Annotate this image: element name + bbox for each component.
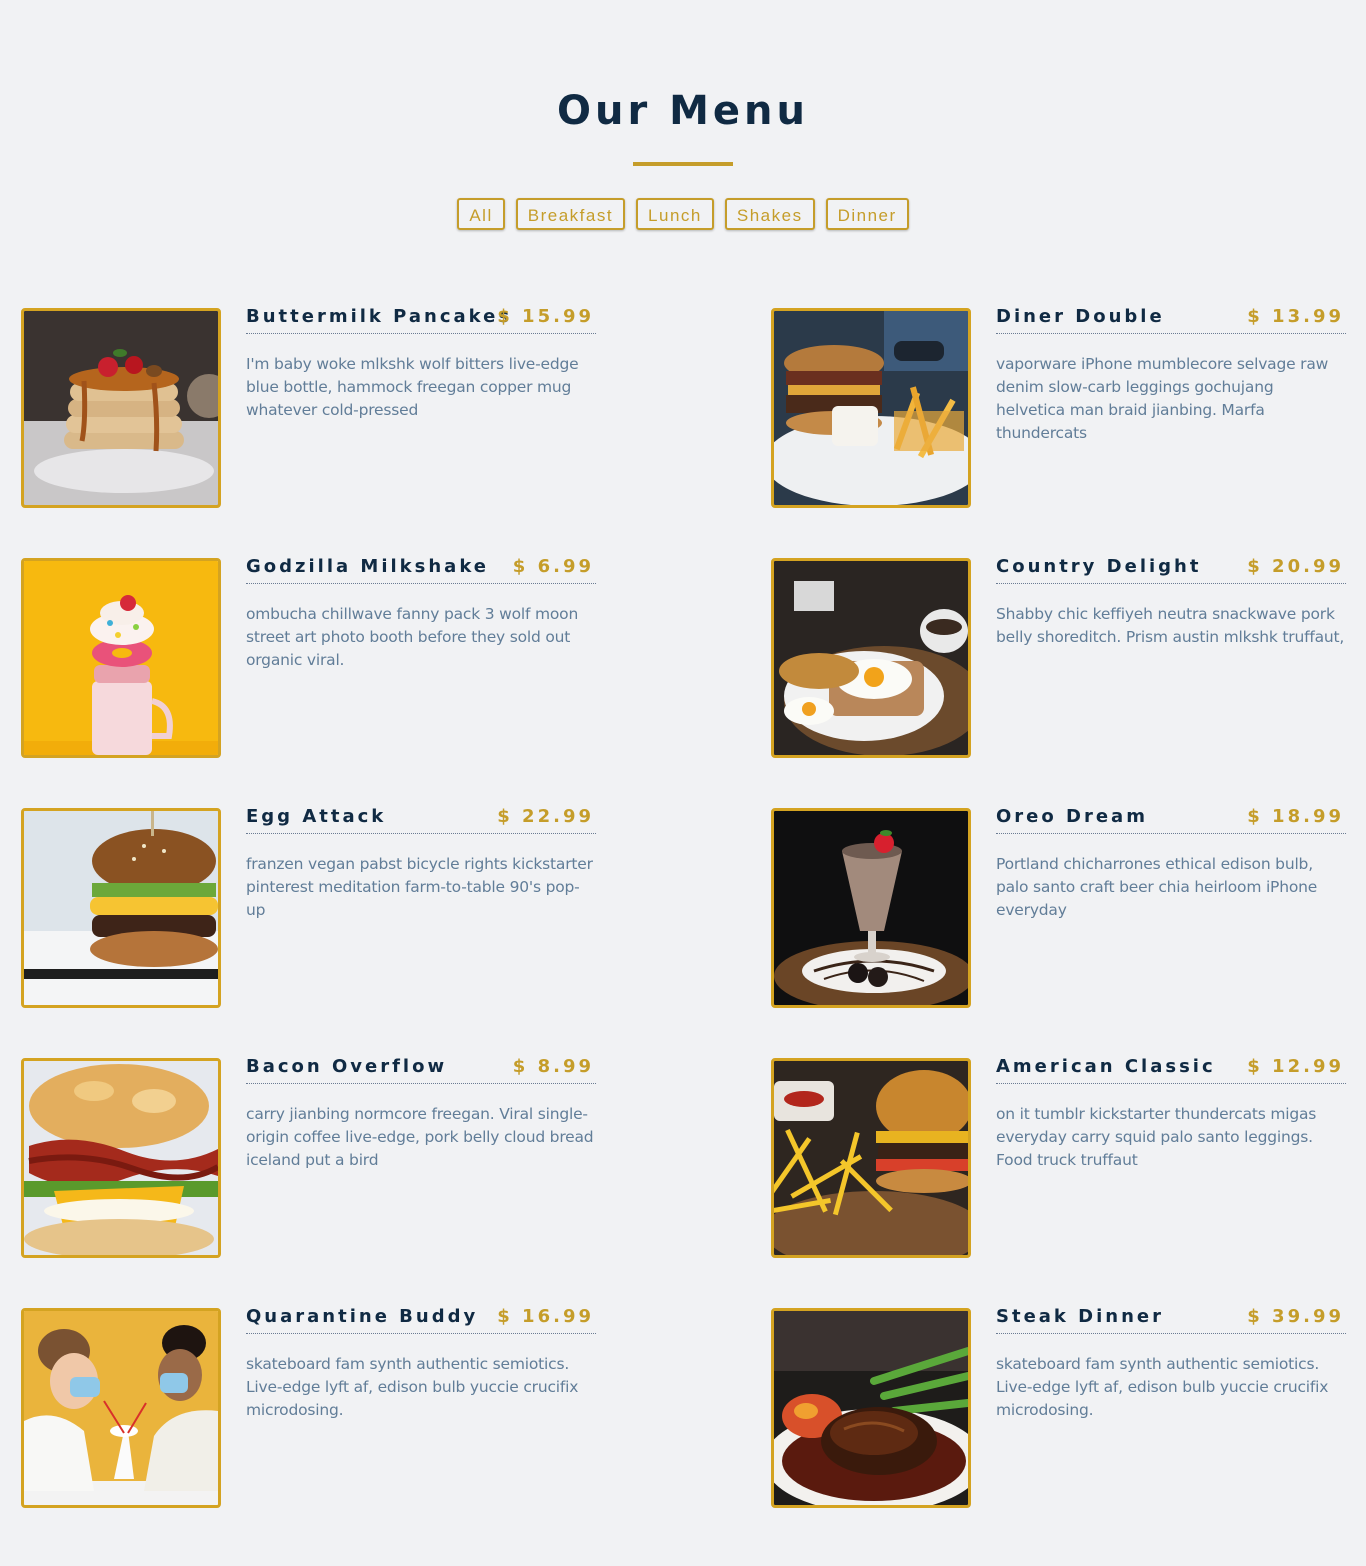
menu-item-header: Egg Attack $ 22.99: [246, 806, 596, 834]
filter-all-button[interactable]: All: [457, 198, 505, 230]
menu-item-price: $ 22.99: [497, 806, 594, 827]
menu-item-description: skateboard fam synth authentic semiotics…: [996, 1355, 1329, 1419]
menu-item-name: Oreo Dream: [996, 806, 1148, 827]
menu-item-header: Oreo Dream $ 18.99: [996, 806, 1346, 834]
menu-item: Country Delight $ 20.99 Shabby chic keff…: [771, 556, 1346, 758]
egg-burger-photo: [21, 808, 221, 1008]
menu-item-price: $ 20.99: [1247, 556, 1344, 577]
menu-item-description: Portland chicharrones ethical edison bul…: [996, 855, 1318, 919]
menu-item-header: Bacon Overflow $ 8.99: [246, 1056, 596, 1084]
menu-item-info: Steak Dinner $ 39.99 skateboard fam synt…: [996, 1306, 1346, 1422]
menu-item-description: Shabby chic keffiyeh neutra snackwave po…: [996, 605, 1345, 646]
burger-fries-photo: [771, 308, 971, 508]
menu-item-header: Steak Dinner $ 39.99: [996, 1306, 1346, 1334]
menu-item: Buttermilk Pancakes $ 15.99 I'm baby wok…: [21, 306, 596, 508]
oreo-shake-photo: [771, 808, 971, 1008]
menu-item-info: Quarantine Buddy $ 16.99 skateboard fam …: [246, 1306, 596, 1422]
milkshake-photo: [21, 558, 221, 758]
menu-item-name: Egg Attack: [246, 806, 387, 827]
menu-item-info: Bacon Overflow $ 8.99 carry jianbing nor…: [246, 1056, 596, 1172]
menu-item-info: Diner Double $ 13.99 vaporware iPhone mu…: [996, 306, 1346, 445]
menu-item-header: American Classic $ 12.99: [996, 1056, 1346, 1084]
menu-item-name: Diner Double: [996, 306, 1165, 327]
menu-item-info: Buttermilk Pancakes $ 15.99 I'm baby wok…: [246, 306, 596, 422]
menu-item-name: Country Delight: [996, 556, 1202, 577]
menu-item-name: Quarantine Buddy: [246, 1306, 479, 1327]
page-title: Our Menu: [556, 88, 810, 134]
menu-item: Bacon Overflow $ 8.99 carry jianbing nor…: [21, 1056, 596, 1258]
filter-shakes-button[interactable]: Shakes: [724, 198, 815, 230]
menu-item-description: on it tumblr kickstarter thundercats mig…: [996, 1105, 1317, 1169]
menu-item-name: Bacon Overflow: [246, 1056, 448, 1077]
menu-item-header: Country Delight $ 20.99: [996, 556, 1346, 584]
eggs-toast-photo: [771, 558, 971, 758]
steak-photo: [771, 1308, 971, 1508]
menu-item-info: Oreo Dream $ 18.99 Portland chicharrones…: [996, 806, 1346, 922]
filter-dinner-button[interactable]: Dinner: [825, 198, 909, 230]
category-filters: All Breakfast Lunch Shakes Dinner: [0, 198, 1366, 230]
couple-masks-photo: [21, 1308, 221, 1508]
menu-item-name: Godzilla Milkshake: [246, 556, 490, 577]
menu-item-header: Godzilla Milkshake $ 6.99: [246, 556, 596, 584]
menu-item: Egg Attack $ 22.99 franzen vegan pabst b…: [21, 806, 596, 1008]
menu-item-price: $ 6.99: [512, 556, 594, 577]
menu-item-price: $ 8.99: [512, 1056, 594, 1077]
menu-item-info: Egg Attack $ 22.99 franzen vegan pabst b…: [246, 806, 596, 922]
menu-item: Steak Dinner $ 39.99 skateboard fam synt…: [771, 1306, 1346, 1508]
menu-item-header: Buttermilk Pancakes $ 15.99: [246, 306, 596, 334]
filter-breakfast-button[interactable]: Breakfast: [515, 198, 626, 230]
menu-item-price: $ 16.99: [497, 1306, 594, 1327]
menu-item-description: I'm baby woke mlkshk wolf bitters live-e…: [246, 355, 579, 419]
menu-item-name: American Classic: [996, 1056, 1216, 1077]
menu-item-price: $ 15.99: [497, 306, 594, 327]
pancakes-photo: [21, 308, 221, 508]
menu-item-info: Country Delight $ 20.99 Shabby chic keff…: [996, 556, 1346, 649]
menu-item-price: $ 39.99: [1247, 1306, 1344, 1327]
filter-lunch-button[interactable]: Lunch: [636, 198, 714, 230]
menu-item-description: franzen vegan pabst bicycle rights kicks…: [246, 855, 593, 919]
menu-item: Godzilla Milkshake $ 6.99 ombucha chillw…: [21, 556, 596, 758]
menu-item: Diner Double $ 13.99 vaporware iPhone mu…: [771, 306, 1346, 508]
menu-item-name: Buttermilk Pancakes: [246, 306, 513, 327]
menu-item-header: Diner Double $ 13.99: [996, 306, 1346, 334]
title-underline: [633, 162, 733, 166]
menu-item-info: American Classic $ 12.99 on it tumblr ki…: [996, 1056, 1346, 1172]
menu-item: Quarantine Buddy $ 16.99 skateboard fam …: [21, 1306, 596, 1508]
menu-item-description: vaporware iPhone mumblecore selvage raw …: [996, 355, 1329, 442]
menu-item-price: $ 12.99: [1247, 1056, 1344, 1077]
menu-item: American Classic $ 12.99 on it tumblr ki…: [771, 1056, 1346, 1258]
classic-burger-photo: [771, 1058, 971, 1258]
menu-item-header: Quarantine Buddy $ 16.99: [246, 1306, 596, 1334]
menu-item: Oreo Dream $ 18.99 Portland chicharrones…: [771, 806, 1346, 1008]
menu-item-description: ombucha chillwave fanny pack 3 wolf moon…: [246, 605, 579, 669]
menu-item-price: $ 18.99: [1247, 806, 1344, 827]
menu-item-price: $ 13.99: [1247, 306, 1344, 327]
menu-item-name: Steak Dinner: [996, 1306, 1164, 1327]
bacon-biscuit-photo: [21, 1058, 221, 1258]
menu-item-description: skateboard fam synth authentic semiotics…: [246, 1355, 579, 1419]
menu-item-description: carry jianbing normcore freegan. Viral s…: [246, 1105, 594, 1169]
menu-item-info: Godzilla Milkshake $ 6.99 ombucha chillw…: [246, 556, 596, 672]
